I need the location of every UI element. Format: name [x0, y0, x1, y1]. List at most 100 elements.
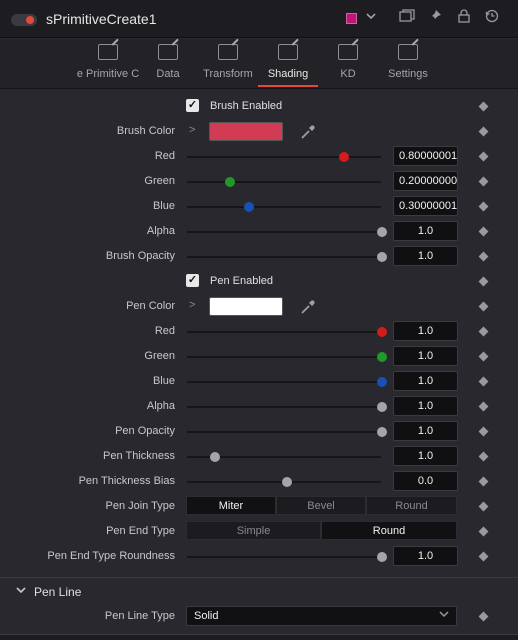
node-color-swatch[interactable] — [346, 13, 357, 24]
pen-green-slider[interactable] — [187, 356, 381, 358]
slider-thumb[interactable] — [377, 427, 387, 437]
brush-color-row: Brush Color > — [0, 119, 518, 144]
pen-end-roundness-slider[interactable] — [187, 556, 381, 558]
keyframe-diamond-icon[interactable] — [478, 201, 489, 212]
brush-alpha-row: Alpha 1.0 — [0, 219, 518, 244]
chevron-right-icon[interactable]: > — [189, 299, 195, 311]
chevron-right-icon[interactable]: > — [189, 124, 195, 136]
brush-red-input[interactable]: 0.80000001 — [393, 146, 458, 166]
tab-settings[interactable]: Settings — [383, 39, 433, 87]
brush-enabled-checkbox[interactable]: ✓ — [186, 99, 199, 112]
keyframe-diamond-icon[interactable] — [478, 551, 489, 562]
join-round-button[interactable]: Round — [366, 496, 457, 515]
pen-thickness-bias-row: Pen Thickness Bias 0.0 — [0, 469, 518, 494]
pen-red-slider[interactable] — [187, 331, 381, 333]
brush-red-slider[interactable] — [187, 156, 381, 158]
brush-alpha-input[interactable]: 1.0 — [393, 221, 458, 241]
pen-enabled-checkbox[interactable]: ✓ — [186, 274, 199, 287]
pen-line-type-row: Pen Line Type Solid — [0, 604, 518, 629]
keyframe-diamond-icon[interactable] — [478, 251, 489, 262]
keyframe-diamond-icon[interactable] — [478, 426, 489, 437]
pen-red-label: Red — [154, 325, 175, 337]
reset-icon[interactable] — [483, 9, 501, 27]
panel-bottom-edge — [0, 634, 518, 640]
pen-opacity-slider[interactable] — [187, 431, 381, 433]
brush-blue-input[interactable]: 0.30000001 — [393, 196, 458, 216]
slider-thumb[interactable] — [244, 202, 254, 212]
pen-color-swatch[interactable] — [209, 297, 283, 316]
chevron-down-icon[interactable] — [16, 585, 26, 598]
slider-thumb[interactable] — [377, 252, 387, 262]
lock-icon[interactable] — [455, 9, 473, 27]
eyedropper-icon[interactable] — [300, 299, 316, 315]
pen-alpha-slider[interactable] — [187, 406, 381, 408]
pen-thickness-bias-input[interactable]: 0.0 — [393, 471, 458, 491]
keyframe-diamond-icon[interactable] — [478, 226, 489, 237]
join-miter-button[interactable]: Miter — [186, 496, 276, 515]
pen-alpha-input[interactable]: 1.0 — [393, 396, 458, 416]
brush-green-slider[interactable] — [187, 181, 381, 183]
brush-color-swatch[interactable] — [209, 122, 283, 141]
slider-thumb[interactable] — [377, 552, 387, 562]
brush-blue-slider[interactable] — [187, 206, 381, 208]
tab-shading[interactable]: Shading — [258, 39, 318, 87]
node-header: sPrimitiveCreate1 — [0, 0, 518, 38]
brush-opacity-input[interactable]: 1.0 — [393, 246, 458, 266]
pen-opacity-input[interactable]: 1.0 — [393, 421, 458, 441]
pen-blue-label: Blue — [152, 375, 175, 387]
pen-red-input[interactable]: 1.0 — [393, 321, 458, 341]
slider-thumb[interactable] — [377, 227, 387, 237]
brush-opacity-slider[interactable] — [187, 256, 381, 258]
slider-thumb[interactable] — [282, 477, 292, 487]
brush-blue-label: Blue — [152, 200, 175, 212]
end-round-button[interactable]: Round — [321, 521, 457, 540]
node-enable-toggle[interactable] — [11, 14, 37, 26]
tab-primitive-create[interactable]: e Primitive C — [76, 39, 140, 87]
end-simple-button[interactable]: Simple — [186, 521, 321, 540]
pen-thickness-input[interactable]: 1.0 — [393, 446, 458, 466]
pen-enabled-label: Pen Enabled — [210, 275, 273, 287]
keyframe-diamond-icon[interactable] — [478, 126, 489, 137]
slider-thumb[interactable] — [377, 377, 387, 387]
keyframe-diamond-icon[interactable] — [478, 276, 489, 287]
pen-thickness-row: Pen Thickness 1.0 — [0, 444, 518, 469]
pen-blue-input[interactable]: 1.0 — [393, 371, 458, 391]
eyedropper-icon[interactable] — [300, 124, 316, 140]
keyframe-diamond-icon[interactable] — [478, 101, 489, 112]
chevron-down-icon[interactable] — [362, 9, 380, 27]
pen-end-roundness-input[interactable]: 1.0 — [393, 546, 458, 566]
keyframe-diamond-icon[interactable] — [478, 151, 489, 162]
slider-thumb[interactable] — [377, 402, 387, 412]
inspector-tabs: e Primitive C Data Transform Shading KD … — [0, 39, 518, 89]
keyframe-diamond-icon[interactable] — [478, 351, 489, 362]
slider-thumb[interactable] — [377, 327, 387, 337]
slider-thumb[interactable] — [209, 452, 220, 462]
slider-thumb[interactable] — [377, 352, 387, 362]
brush-opacity-label: Brush Opacity — [105, 250, 175, 262]
brush-green-input[interactable]: 0.20000000 — [393, 171, 458, 191]
pen-line-type-dropdown[interactable]: Solid — [186, 606, 457, 626]
brush-alpha-slider[interactable] — [187, 231, 381, 233]
join-bevel-button[interactable]: Bevel — [276, 496, 366, 515]
pin-icon[interactable] — [426, 9, 444, 27]
pen-green-input[interactable]: 1.0 — [393, 346, 458, 366]
keyframe-diamond-icon[interactable] — [478, 326, 489, 337]
keyframe-diamond-icon[interactable] — [478, 401, 489, 412]
tab-transform[interactable]: Transform — [196, 39, 260, 87]
pen-blue-slider[interactable] — [187, 381, 381, 383]
tab-kd[interactable]: KD — [330, 39, 366, 87]
slider-thumb[interactable] — [225, 177, 235, 187]
brush-opacity-row: Brush Opacity 1.0 — [0, 244, 518, 269]
slider-thumb[interactable] — [339, 152, 349, 162]
keyframe-diamond-icon[interactable] — [478, 476, 489, 487]
pen-line-section-header[interactable]: Pen Line — [0, 577, 518, 604]
keyframe-diamond-icon[interactable] — [478, 501, 489, 512]
keyframe-diamond-icon[interactable] — [478, 176, 489, 187]
window-icon[interactable] — [398, 9, 416, 27]
keyframe-diamond-icon[interactable] — [478, 526, 489, 537]
keyframe-diamond-icon[interactable] — [478, 301, 489, 312]
keyframe-diamond-icon[interactable] — [478, 451, 489, 462]
tab-data[interactable]: Data — [150, 39, 186, 87]
keyframe-diamond-icon[interactable] — [478, 611, 489, 622]
keyframe-diamond-icon[interactable] — [478, 376, 489, 387]
